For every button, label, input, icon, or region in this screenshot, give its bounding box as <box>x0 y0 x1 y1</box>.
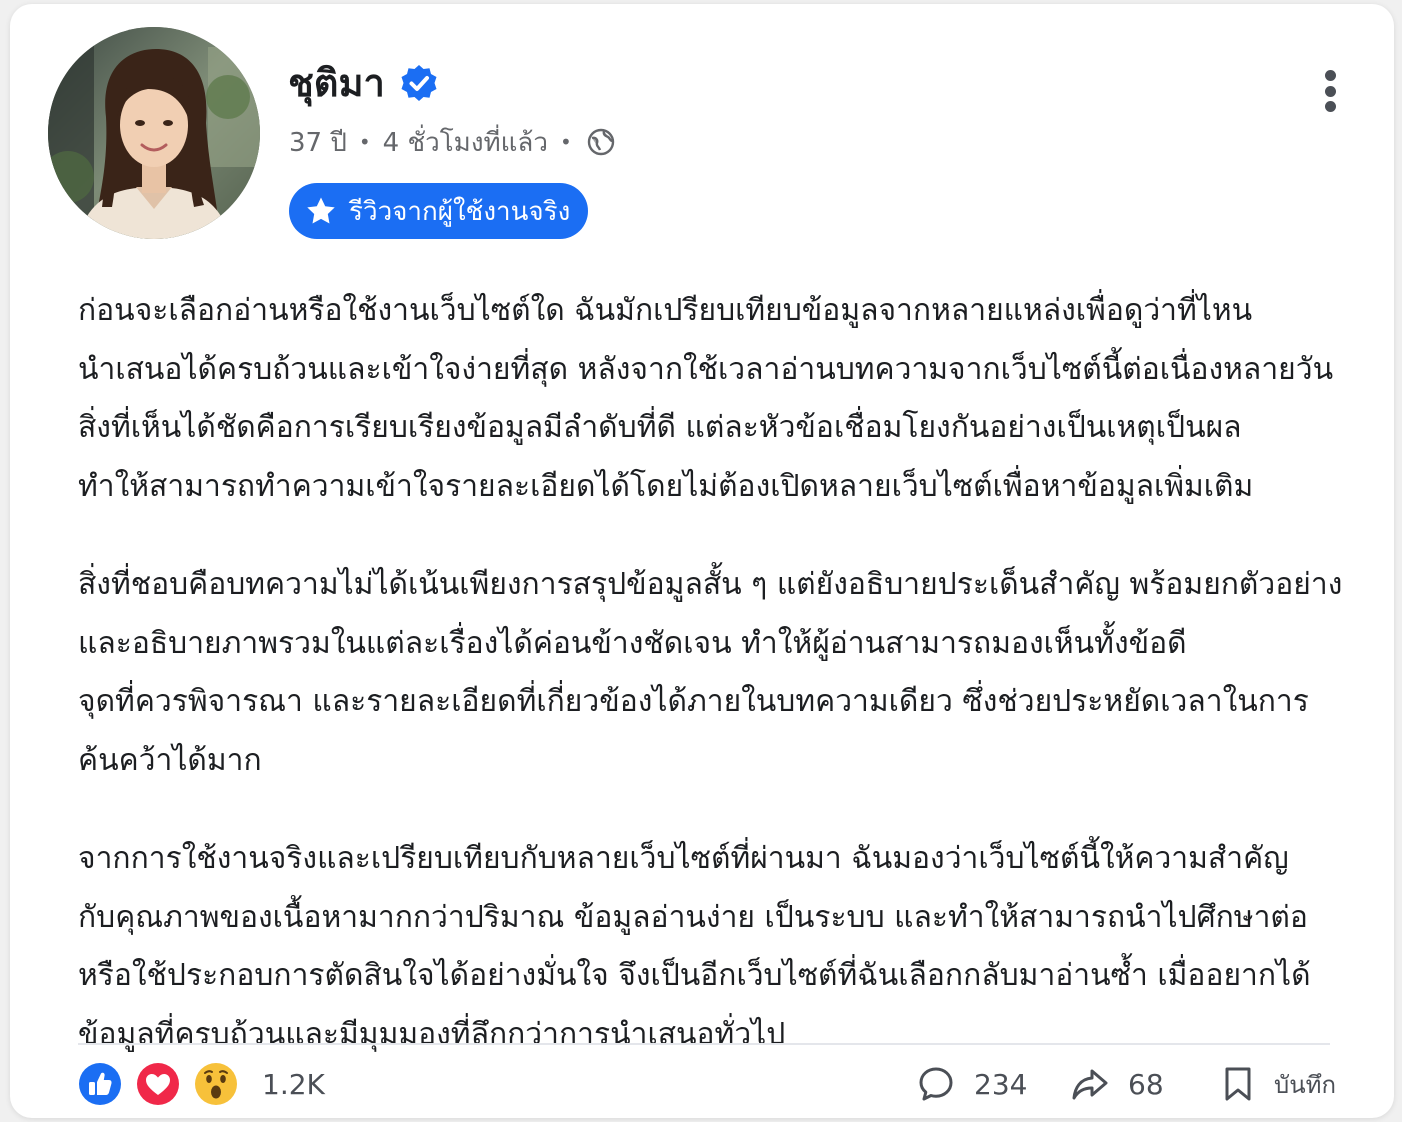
paragraph-line: สิ่งที่ชอบคือบทความไม่ได้เน้นเพียงการสรุ… <box>78 567 1343 602</box>
author-row: ชุติมา <box>288 60 439 106</box>
reactions-summary[interactable]: 1.2K <box>78 1062 325 1106</box>
reaction-count: 1.2K <box>262 1067 325 1101</box>
paragraph-line: นำเสนอได้ครบถ้วนและเข้าใจง่ายที่สุด หลัง… <box>78 351 1334 387</box>
badge-label: รีวิวจากผู้ใช้งานจริง <box>349 196 571 227</box>
paragraph-line: ข้อมูลที่ครบถ้วนและมีมุมมองที่ลึกกว่าการ… <box>78 1016 786 1052</box>
save-label: บันทึก <box>1274 1070 1336 1099</box>
post-footer: 1.2K 234 68 บันทึก <box>78 1059 1336 1109</box>
paragraph-line: ทำให้สามารถทำความเข้าใจรายละเอียดได้โดยไ… <box>78 468 1254 504</box>
paragraph-line: สิ่งที่เห็นได้ชัดคือการเรียบเรียงข้อมูลม… <box>78 410 1242 445</box>
share-button[interactable]: 68 <box>1070 1062 1164 1106</box>
verified-icon <box>401 65 437 101</box>
share-icon <box>1072 1069 1108 1100</box>
love-icon <box>137 1063 179 1105</box>
paragraph-line: จากการใช้งานจริงและเปรียบเทียบกับหลายเว็… <box>78 841 1289 876</box>
paragraph-line: จุดที่ควรพิจารณา และรายละเอียดที่เกี่ยวข… <box>78 684 1309 719</box>
paragraph-2: สิ่งที่ชอบคือบทความไม่ได้เน้นเพียงการสรุ… <box>78 556 1343 790</box>
paragraph-line: ก่อนจะเลือกอ่านหรือใช้งานเว็บไซต์ใด ฉันม… <box>78 293 1253 328</box>
star-icon <box>307 197 335 224</box>
avatar[interactable] <box>48 27 260 239</box>
author-name[interactable]: ชุติมา <box>288 60 385 106</box>
post-body: ก่อนจะเลือกอ่านหรือใช้งานเว็บไซต์ใด ฉันม… <box>78 282 1343 1064</box>
paragraph-3: จากการใช้งานจริงและเปรียบเทียบกับหลายเว็… <box>78 830 1328 1064</box>
more-options-button[interactable] <box>1306 66 1354 116</box>
paragraph-1: ก่อนจะเลือกอ่านหรือใช้งานเว็บไซต์ใด ฉันม… <box>78 282 1334 516</box>
post-time[interactable]: 4 ชั่วโมงที่แล้ว <box>383 122 548 163</box>
meta-separator: • <box>358 130 371 154</box>
footer-divider <box>78 1043 1330 1045</box>
paragraph-line: และอธิบายภาพรวมในแต่ละเรื่องได้ค่อนข้างช… <box>78 625 1187 661</box>
bookmark-icon <box>1225 1067 1251 1101</box>
post-meta: 37 ปี • 4 ชั่วโมงที่แล้ว • <box>289 122 616 162</box>
comment-button[interactable]: 234 <box>916 1062 1027 1106</box>
save-button[interactable]: บันทึก <box>1218 1062 1336 1106</box>
more-dot <box>1324 85 1336 97</box>
more-dot <box>1324 101 1336 112</box>
comment-count: 234 <box>974 1067 1028 1101</box>
verified-review-badge: รีวิวจากผู้ใช้งานจริง <box>289 183 589 239</box>
paragraph-line: หรือใช้ประกอบการตัดสินใจได้อย่างมั่นใจ จ… <box>78 958 1311 993</box>
avatar-photo <box>48 27 260 239</box>
post-card: ชุติมา 37 ปี • 4 ชั่วโมงที่แล้ว • รีวิวจ… <box>10 4 1394 1118</box>
author-age: 37 ปี <box>289 127 347 158</box>
paragraph-line: ค้นคว้าได้มาก <box>78 742 262 778</box>
more-vertical-icon <box>1324 70 1336 81</box>
like-icon <box>79 1063 121 1105</box>
meta-separator: • <box>559 130 572 154</box>
paragraph-line: กับคุณภาพของเนื้อหามากกว่าปริมาณ ข้อมูลอ… <box>78 899 1308 935</box>
globe-icon <box>587 128 614 156</box>
wow-icon <box>195 1063 237 1105</box>
comment-icon <box>919 1067 953 1101</box>
share-count: 68 <box>1128 1067 1164 1101</box>
